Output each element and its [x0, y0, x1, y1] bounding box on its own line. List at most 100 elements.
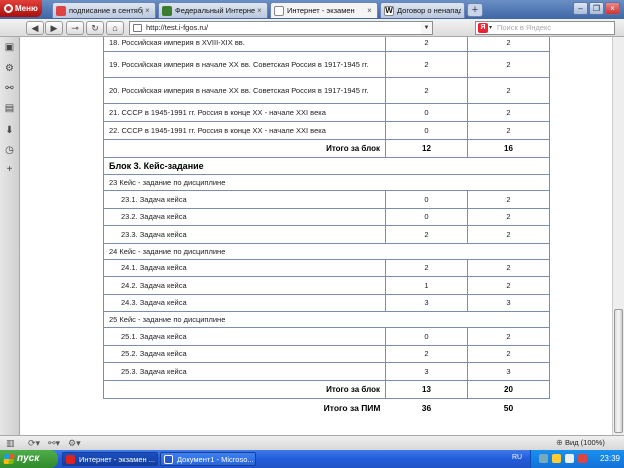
reload-icon: ↻ — [91, 23, 99, 33]
score-earned: 13 — [385, 379, 468, 399]
search-field[interactable]: Я ▾ Поиск в Яндекс — [475, 21, 615, 35]
row-label: 22. СССР в 1945-1991 гг. Россия в конце … — [103, 121, 386, 140]
forward-arrow-icon: ▶ — [50, 23, 58, 33]
widgets-icon[interactable]: ⚙ — [4, 63, 15, 74]
grand-total-row: Итого за ПИМ 36 50 — [104, 398, 550, 418]
bookmarks-icon[interactable]: ▣ — [4, 42, 15, 53]
fast-forward-button[interactable]: ⊸ — [66, 21, 84, 35]
task-opera[interactable]: Интернет - экзамен ... — [62, 452, 158, 466]
case-group-title: 24 Кейс - задание по дисциплине — [103, 242, 550, 260]
task-word[interactable]: Документ1 - Microso... — [160, 452, 256, 466]
close-tab-icon[interactable]: × — [143, 6, 152, 15]
table-row: 24.2. Задача кейса 1 2 — [103, 276, 550, 295]
row-label: 24.3. Задача кейса — [103, 293, 386, 312]
table-row: 23.2. Задача кейса 0 2 — [103, 207, 550, 226]
home-button[interactable]: ⌂ — [106, 21, 124, 35]
new-tab-button[interactable]: + — [467, 3, 483, 17]
row-label: 24.2. Задача кейса — [103, 276, 386, 295]
tab-1[interactable]: подписание в сентябре... × — [52, 2, 156, 18]
score-max: 2 — [467, 327, 550, 346]
score-earned: 0 — [385, 103, 468, 122]
tab-2[interactable]: Федеральный Интерне... × — [158, 2, 268, 18]
row-label: 18. Российская империя в XVIII-XIX вв. — [103, 37, 386, 52]
score-max: 16 — [467, 139, 550, 158]
case-group-row: 24 Кейс - задание по дисциплине — [103, 242, 550, 260]
notes-icon[interactable]: ▤ — [4, 103, 15, 114]
address-text: http://test.i-fgos.ru/ — [146, 23, 209, 32]
downloads-icon[interactable]: ⬇ — [4, 125, 15, 136]
forward-button[interactable]: ▶ — [45, 21, 63, 35]
search-engine-dropdown-icon[interactable]: ▾ — [489, 22, 492, 34]
site-favicon-icon — [162, 5, 172, 16]
table-row: 25.3. Задача кейса 3 3 — [103, 362, 550, 381]
tab-label: Федеральный Интерне... — [175, 6, 255, 15]
unite-icon[interactable]: ⚯ — [4, 83, 15, 94]
unite-status-icon[interactable]: ⚯▾ — [48, 438, 60, 448]
score-earned: 12 — [385, 139, 468, 158]
block-title: Блок 3. Кейс-задание — [103, 157, 550, 175]
table-row: 19. Российская империя в начале XX вв. С… — [103, 51, 550, 78]
row-label: Итого за блок — [103, 139, 386, 158]
score-max: 2 — [467, 37, 550, 52]
scrollbar-thumb[interactable] — [614, 309, 623, 433]
language-indicator[interactable]: RU — [512, 454, 522, 461]
results-table: 18. Российская империя в XVIII-XIX вв. 2 2… — [103, 37, 550, 418]
minimize-button[interactable]: – — [573, 2, 588, 15]
tray-volume-icon[interactable] — [565, 454, 574, 463]
page-content: 18. Российская империя в XVIII-XIX вв. 2 2… — [21, 37, 612, 435]
add-panel-icon[interactable]: + — [4, 164, 15, 175]
tray-security-icon[interactable] — [578, 454, 587, 463]
panel-toggle-icon[interactable]: ▥ — [6, 438, 15, 448]
maximize-button[interactable]: ❐ — [589, 2, 604, 15]
windows-taskbar: пуск Интернет - экзамен ... Документ1 - … — [0, 450, 624, 468]
score-max: 50 — [503, 403, 514, 414]
case-group-row: 25 Кейс - задание по дисциплине — [103, 311, 550, 328]
clock: 23:39 — [599, 454, 620, 463]
score-max: 2 — [467, 77, 550, 104]
mail-favicon-icon — [56, 5, 66, 16]
home-icon: ⌂ — [112, 23, 118, 33]
reload-button[interactable]: ↻ — [86, 21, 104, 35]
opera-menu-button[interactable]: Меню — [0, 0, 42, 17]
case-group-row: 23 Кейс - задание по дисциплине — [103, 174, 550, 191]
task-label: Интернет - экзамен ... — [79, 455, 155, 464]
tab-label: подписание в сентябре... — [69, 6, 143, 15]
wikipedia-favicon-icon: W — [384, 5, 394, 16]
score-earned: 0 — [385, 327, 468, 346]
address-field[interactable]: http://test.i-fgos.ru/ — [129, 21, 422, 35]
page-icon — [133, 24, 142, 32]
row-label: 24.1. Задача кейса — [103, 258, 386, 277]
settings-icon[interactable]: ⚙▾ — [68, 438, 81, 448]
turbo-icon[interactable]: ⟳▾ — [28, 438, 40, 448]
status-bar: ▥ ⟳▾ ⚯▾ ⚙▾ ⊕ Вид (100%) — [0, 435, 624, 450]
tab-3-active[interactable]: Интернет - экзамен × — [270, 2, 378, 18]
score-earned: 0 — [385, 207, 468, 226]
score-max: 2 — [467, 51, 550, 78]
tab-label: Договор о ненападени... — [397, 6, 461, 15]
score-max: 2 — [467, 276, 550, 295]
close-tab-icon[interactable]: × — [365, 6, 374, 15]
tray-network-icon[interactable] — [552, 454, 561, 463]
tab-4[interactable]: W Договор о ненападени... — [380, 2, 465, 18]
score-max: 2 — [467, 207, 550, 226]
history-icon[interactable]: ◷ — [4, 145, 15, 156]
start-button[interactable]: пуск — [0, 450, 58, 468]
zoom-level[interactable]: Вид (100%) — [565, 438, 605, 447]
score-max: 2 — [467, 258, 550, 277]
windows-logo-icon — [3, 454, 15, 464]
row-label: 25.1. Задача кейса — [103, 327, 386, 346]
system-tray: RU 23:39 — [512, 450, 624, 468]
vertical-scrollbar[interactable] — [612, 37, 624, 435]
address-history-dropdown[interactable]: ▼ — [421, 21, 433, 35]
tray-app-icon[interactable] — [539, 454, 548, 463]
close-tab-icon[interactable]: × — [255, 6, 264, 15]
score-earned: 2 — [385, 225, 468, 244]
back-button[interactable]: ◀ — [26, 21, 44, 35]
page-favicon-icon — [274, 5, 284, 16]
opera-logo-icon — [4, 4, 13, 13]
yandex-icon: Я — [478, 23, 488, 33]
table-row: 24.3. Задача кейса 3 3 — [103, 293, 550, 312]
opera-task-icon — [66, 455, 75, 464]
close-window-button[interactable]: × — [605, 2, 620, 15]
score-earned: 0 — [385, 121, 468, 140]
